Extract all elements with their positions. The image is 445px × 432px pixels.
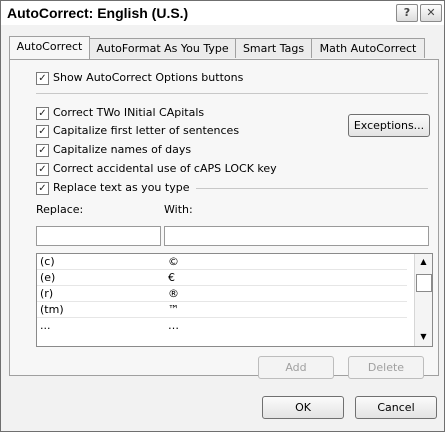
dialog-title: AutoCorrect: English (U.S.) [7, 5, 189, 21]
checkmark-icon: ✓ [36, 72, 49, 85]
show-options-buttons-label: Show AutoCorrect Options buttons [53, 71, 244, 84]
list-scrollbar[interactable]: ▲ ▼ [414, 254, 432, 346]
replace-text-label: Replace text as you type [53, 181, 190, 194]
checkmark-icon: ✓ [36, 182, 49, 195]
add-button[interactable]: Add [258, 356, 334, 379]
list-item[interactable]: (r) ® [37, 286, 407, 302]
cancel-button[interactable]: Cancel [355, 396, 437, 419]
close-button[interactable]: ✕ [420, 4, 442, 22]
tab-smart-tags[interactable]: Smart Tags [235, 38, 312, 58]
list-item[interactable]: (tm) ™ [37, 302, 407, 318]
entry-replace: (tm) [40, 303, 64, 316]
replace-input[interactable] [36, 226, 161, 246]
separator [36, 93, 428, 94]
list-item[interactable]: ... … [37, 318, 407, 333]
checkmark-icon: ✓ [36, 144, 49, 157]
capitalize-first-letter-label: Capitalize first letter of sentences [53, 124, 240, 137]
entry-replace: (e) [40, 271, 56, 284]
separator [196, 188, 428, 189]
correct-caps-lock-label: Correct accidental use of cAPS LOCK key [53, 162, 277, 175]
tab-autoformat-as-you-type[interactable]: AutoFormat As You Type [89, 38, 236, 58]
list-item[interactable]: (c) © [37, 254, 407, 270]
autocorrect-panel: ✓ Show AutoCorrect Options buttons ✓ Cor… [9, 59, 439, 379]
with-label: With: [164, 203, 193, 216]
ok-button[interactable]: OK [262, 396, 344, 419]
entry-with: ™ [168, 303, 179, 316]
scroll-down-arrow-icon[interactable]: ▼ [415, 332, 432, 341]
help-button[interactable]: ? [396, 4, 418, 22]
entry-replace: ... [40, 319, 51, 332]
autocorrect-entries-list[interactable]: (c) © (e) € (r) ® (tm) ™ ... … ▲ ▼ [36, 253, 433, 347]
entry-with: © [168, 255, 179, 268]
title-bar[interactable]: AutoCorrect: English (U.S.) ? ✕ [1, 1, 444, 25]
entry-replace: (r) [40, 287, 54, 300]
scroll-up-arrow-icon[interactable]: ▲ [415, 257, 432, 266]
checkmark-icon: ✓ [36, 163, 49, 176]
correct-two-initial-capitals-label: Correct TWo INitial CApitals [53, 106, 205, 119]
entry-with: ® [168, 287, 179, 300]
tab-math-autocorrect[interactable]: Math AutoCorrect [311, 38, 425, 58]
entry-replace: (c) [40, 255, 55, 268]
replace-label: Replace: [36, 203, 84, 216]
tab-autocorrect[interactable]: AutoCorrect [9, 36, 90, 59]
capitalize-days-label: Capitalize names of days [53, 143, 192, 156]
entry-with: … [168, 319, 179, 332]
autocorrect-dialog: AutoCorrect: English (U.S.) ? ✕ AutoCorr… [0, 0, 445, 432]
entry-with: € [168, 271, 175, 284]
scroll-thumb[interactable] [416, 274, 432, 292]
with-input[interactable] [164, 226, 429, 246]
checkmark-icon: ✓ [36, 125, 49, 138]
list-item[interactable]: (e) € [37, 270, 407, 286]
checkmark-icon: ✓ [36, 107, 49, 120]
exceptions-button[interactable]: Exceptions... [348, 114, 430, 137]
delete-button[interactable]: Delete [348, 356, 424, 379]
